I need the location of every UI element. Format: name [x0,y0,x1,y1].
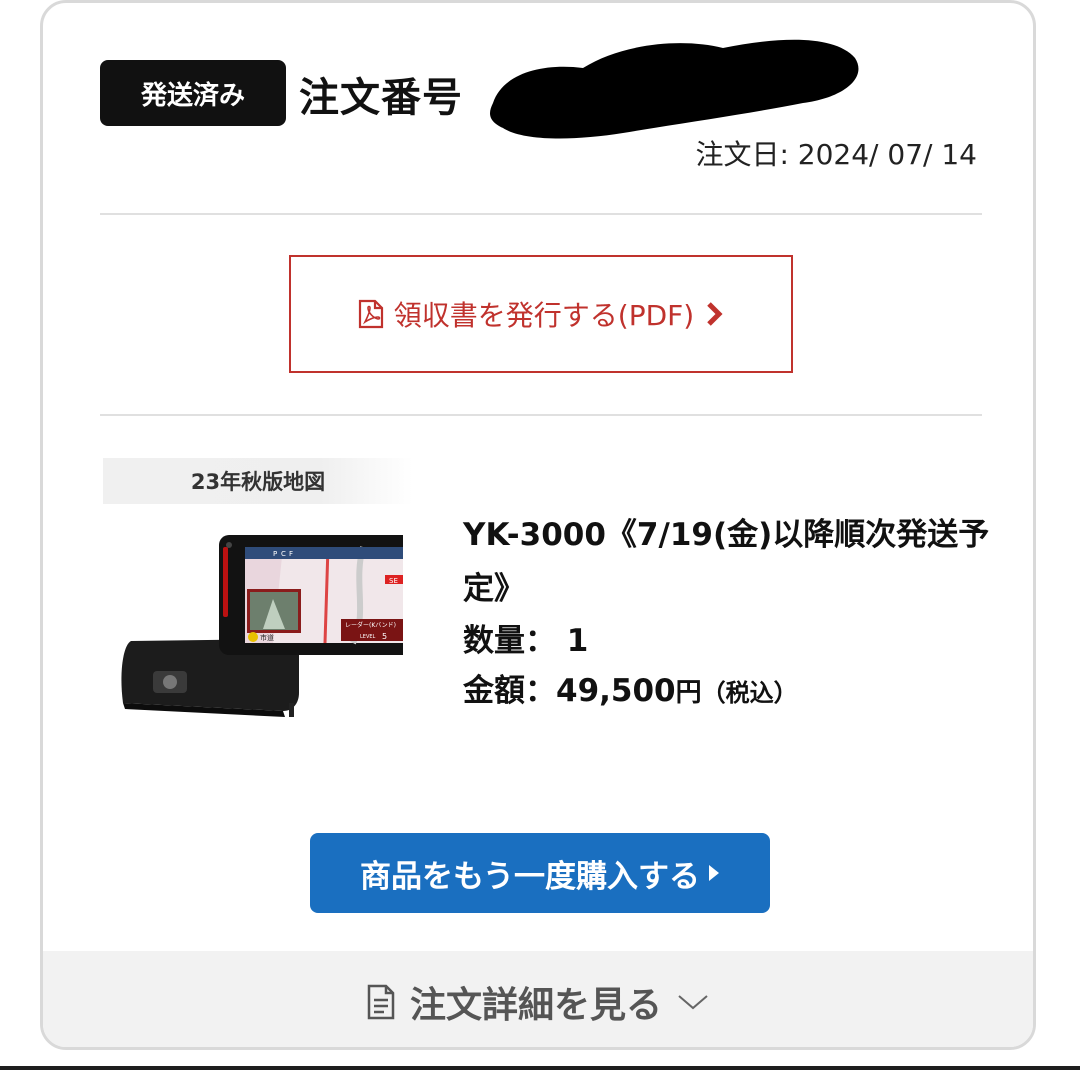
image-text: F [289,550,293,558]
image-text: LEVEL [360,634,376,640]
image-text: C [281,550,286,558]
rebuy-button[interactable]: 商品をもう一度購入する [310,833,770,913]
triangle-right-icon [709,865,720,881]
product-name[interactable]: YK-3000《7/19(金)以降順次発送予定》 [463,508,1003,616]
divider [100,414,982,416]
image-text: P [273,550,277,558]
pdf-file-icon [358,299,383,329]
status-badge: 発送済み [100,60,286,126]
bottom-divider [0,1066,1080,1070]
quantity-row: 数量： 1 [463,616,1003,666]
order-card: 発送済み 注文番号 注文日: 2024/ 07/ 14 領収書を発行する(PDF… [40,0,1036,1050]
chevron-down-icon [678,995,708,1010]
tax-note: （税込） [701,679,798,707]
rebuy-label: 商品をもう一度購入する [359,858,701,895]
redaction-mark [490,39,859,139]
chevron-right-icon [707,302,723,326]
issue-receipt-label: 領収書を発行する(PDF) [393,299,695,332]
map-edition-tag: 23年秋版地図 [103,458,413,504]
image-text: 5 [382,632,387,641]
quantity-value: 1 [566,623,589,659]
image-text: レーダー(Kバンド) [345,621,396,629]
order-details-toggle[interactable]: 注文詳細を見る [43,951,1033,1047]
product-image: P C F SE レーダー(Kバンド) LEVEL 5 市道 [121,535,403,717]
quantity-label: 数量： [463,623,556,659]
image-text: SE [389,577,398,585]
price-row: 金額：49,500円（税込） [463,666,1003,718]
document-icon [367,984,395,1020]
divider [100,213,982,215]
order-date: 注文日: 2024/ 07/ 14 [695,138,977,171]
image-text: 市道 [260,633,274,642]
price-value: 49,500 [556,673,676,709]
order-details-label: 注文詳細を見る [409,985,662,1026]
order-number-label: 注文番号 [299,75,463,121]
issue-receipt-button[interactable]: 領収書を発行する(PDF) [289,255,793,373]
price-label: 金額： [463,673,556,709]
product-info: YK-3000《7/19(金)以降順次発送予定》 数量： 1 金額：49,500… [463,508,1003,718]
price-unit: 円 [675,678,702,708]
